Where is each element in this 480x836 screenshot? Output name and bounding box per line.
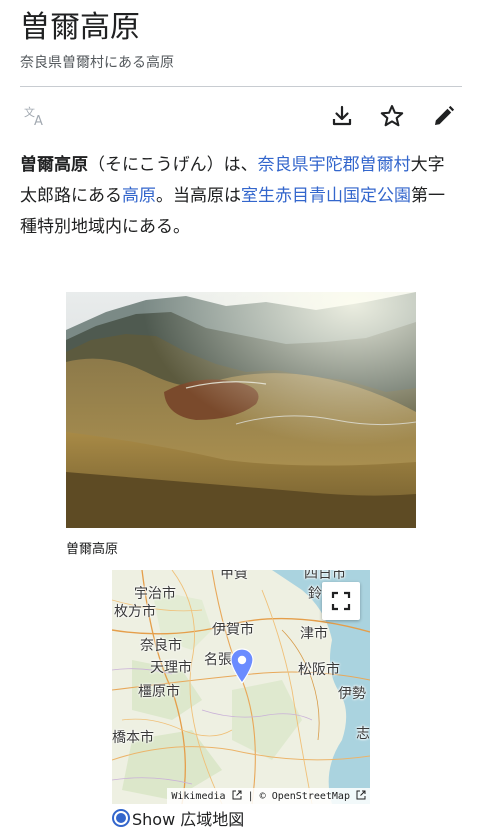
map-label-tenri: 天理市 [150, 660, 192, 676]
article-text-2: 。当高原は [156, 186, 241, 206]
map-pin-icon [230, 648, 254, 685]
link-quasi-national-park[interactable]: 室生赤目青山国定公園 [241, 186, 411, 206]
header-divider [20, 86, 462, 87]
watch-star-button[interactable] [376, 100, 408, 132]
map-label-hirakata: 枚方市 [114, 604, 156, 620]
page-action-bar: 文 A [0, 96, 480, 136]
svg-text:A: A [34, 114, 43, 128]
external-link-icon [356, 790, 366, 800]
map-label-nara: 奈良市 [140, 638, 182, 654]
map-attribution: Wikimedia | © OpenStreetMap [167, 788, 370, 804]
map-label-ise: 伊勢 [338, 686, 366, 702]
download-icon [332, 105, 352, 126]
radio-dot [116, 813, 126, 823]
link-sonimura[interactable]: 奈良県宇陀郡曽爾村 [258, 155, 411, 175]
map-label-iga: 伊賀市 [212, 622, 254, 638]
fullscreen-icon [331, 591, 351, 611]
map-label-suzuka: 鈴 [308, 586, 322, 602]
show-wide-area-map-toggle[interactable]: Show 広域地図 [112, 806, 244, 830]
download-button[interactable] [326, 100, 358, 132]
map-label-matsusaka: 松阪市 [298, 662, 340, 678]
wikimedia-link[interactable]: Wikimedia [171, 791, 225, 802]
article-bold-term: 曽爾高原 [20, 155, 88, 175]
star-icon [380, 105, 404, 127]
external-link-icon [232, 790, 242, 800]
attribution-separator: | [247, 791, 254, 802]
map-fullscreen-button[interactable] [322, 582, 360, 620]
edit-button[interactable] [428, 100, 460, 132]
map-label-yokkaichi: 四日市 [304, 570, 346, 582]
page-title: 曽爾高原 [20, 10, 140, 45]
map-label-hashimoto: 橋本市 [112, 730, 154, 746]
map-label-kashihara: 橿原市 [138, 684, 180, 700]
photo-caption: 曽爾高原 [66, 542, 119, 557]
map-label-koka: 甲賀 [220, 570, 248, 582]
show-map-label: Show 広域地図 [132, 810, 245, 829]
article-reading: （そにこうげん）は、 [88, 155, 258, 175]
map-label-nabari: 名張 [204, 652, 232, 668]
plateau-photo[interactable] [66, 292, 416, 528]
page-subtitle: 奈良県曽爾村にある高原 [20, 55, 174, 71]
language-button[interactable]: 文 A [20, 100, 52, 132]
translate-icon: 文 A [24, 105, 43, 128]
map-label-uji: 宇治市 [134, 586, 176, 602]
map-location-pin[interactable] [230, 648, 254, 688]
show-map-radio[interactable] [112, 809, 130, 827]
article-lead-paragraph: 曽爾高原（そにこうげん）は、奈良県宇陀郡曽爾村大字太郎路にある高原。当高原は室生… [20, 150, 460, 243]
map-label-shima: 志 [356, 726, 370, 742]
openstreetmap-link[interactable]: © OpenStreetMap [260, 791, 350, 802]
location-map[interactable]: 甲賀 四日市 宇治市 枚方市 鈴 伊賀市 津市 奈良市 天理市 名張 松阪市 橿… [112, 570, 370, 804]
pencil-icon [435, 105, 455, 125]
map-label-tsu: 津市 [300, 626, 328, 642]
link-kogen[interactable]: 高原 [122, 186, 156, 206]
